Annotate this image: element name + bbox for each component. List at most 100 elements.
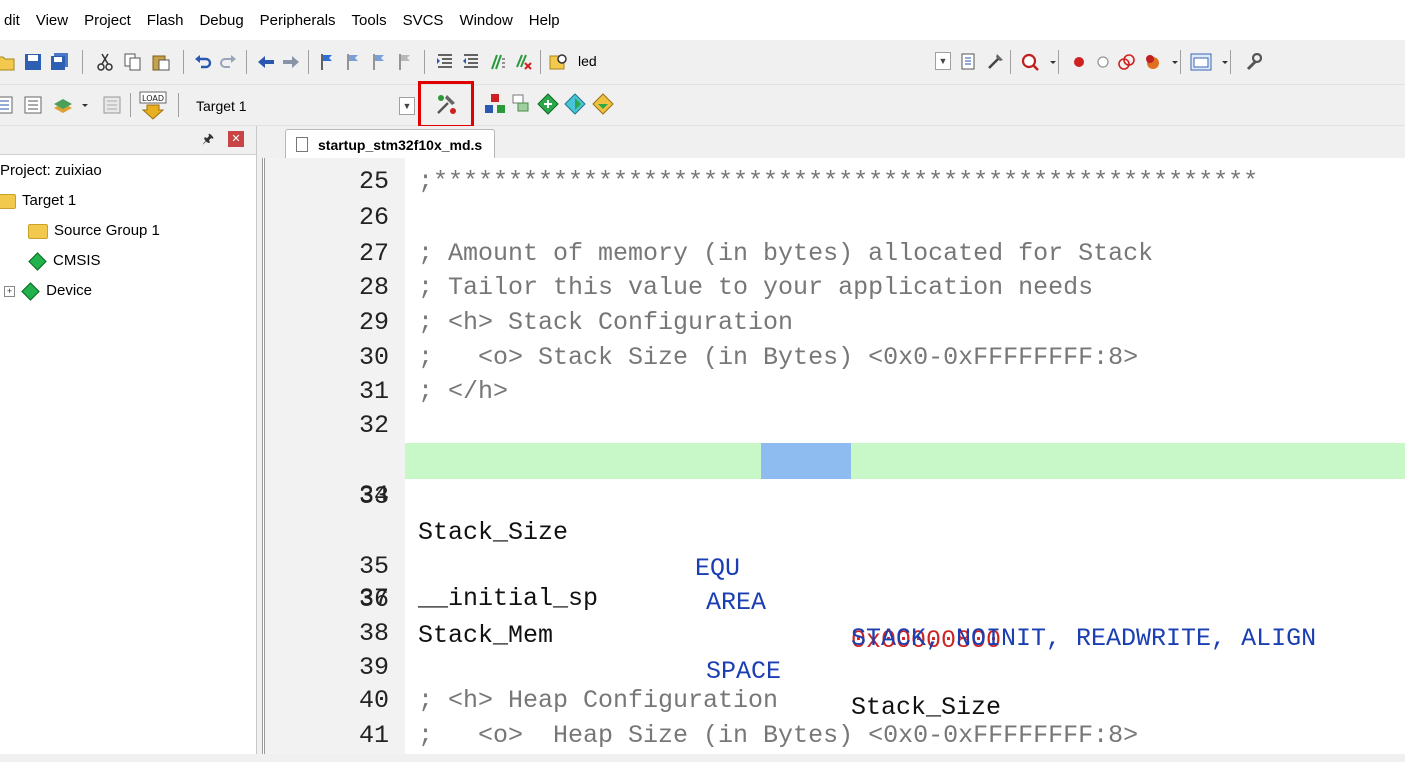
- folder-icon: [28, 223, 48, 239]
- text-selection: [761, 443, 851, 479]
- menu-view[interactable]: View: [28, 12, 76, 29]
- menu-peripherals[interactable]: Peripherals: [252, 12, 344, 29]
- line-number: 41: [358, 721, 389, 750]
- line-text: ; <o> Heap Size (in Bytes) <0x0-0xFFFFFF…: [418, 721, 1139, 750]
- menu-tools[interactable]: Tools: [344, 12, 395, 29]
- file-toolbar: led ▼: [0, 40, 1405, 85]
- layout-dropdown-icon[interactable]: [1212, 49, 1238, 75]
- window-layout-icon[interactable]: [1188, 49, 1214, 75]
- open-file-icon[interactable]: [0, 49, 18, 75]
- line-text: ; <h> Heap Configuration: [418, 686, 779, 715]
- bookmark-insert-icon[interactable]: [314, 49, 340, 75]
- line-text: ; Tailor this value to your application …: [418, 273, 1094, 302]
- build-toolbar: LOAD Target 1 ▼: [0, 85, 1405, 126]
- menu-edit[interactable]: dit: [0, 12, 28, 29]
- line-text: ; Amount of memory (in bytes) allocated …: [418, 239, 1154, 268]
- close-panel-icon[interactable]: ✕: [228, 131, 244, 147]
- batch-build-icon[interactable]: [100, 92, 126, 118]
- menu-help[interactable]: Help: [521, 12, 568, 29]
- bookmark-prev-icon[interactable]: [340, 49, 366, 75]
- debug-dropdown-icon[interactable]: [1040, 49, 1066, 75]
- cut-icon[interactable]: [92, 49, 118, 75]
- editor-tab-bar: startup_stm32f10x_md.s: [257, 126, 1405, 159]
- undo-icon[interactable]: [190, 49, 216, 75]
- incremental-find-icon[interactable]: [956, 49, 982, 75]
- project-title[interactable]: Project: zuixiao: [0, 162, 102, 179]
- configure-icon[interactable]: [1240, 49, 1266, 75]
- code-line-current: 33 Stack_Size EQU 0x00000800: [265, 443, 1405, 655]
- callout-box: [418, 81, 474, 128]
- line-number: 25: [358, 167, 389, 196]
- code-line: 34: [265, 478, 1405, 514]
- line-number: 28: [358, 273, 389, 302]
- code-line: 36 Stack_Mem SPACE Stack_Size: [265, 546, 1405, 722]
- navigate-forward-icon[interactable]: [278, 49, 304, 75]
- menu-project[interactable]: Project: [76, 12, 139, 29]
- manage-project-items-icon[interactable]: [482, 91, 508, 117]
- code-editor[interactable]: 25 ;*************************************…: [262, 158, 1405, 754]
- target-select[interactable]: Target 1: [196, 98, 247, 114]
- line-text: ;***************************************…: [418, 167, 1259, 196]
- download-load-icon[interactable]: LOAD: [138, 90, 168, 120]
- comment-icon[interactable]: [484, 49, 510, 75]
- tree-item-cmsis[interactable]: CMSIS: [28, 251, 101, 271]
- enable-breakpoint-icon[interactable]: [1090, 49, 1116, 75]
- expand-icon[interactable]: +: [4, 285, 15, 297]
- line-number: 32: [358, 411, 389, 440]
- tree-item-device-label: Device: [46, 282, 93, 299]
- breakpoint-dropdown-icon[interactable]: [1162, 49, 1188, 75]
- line-number: 30: [358, 343, 389, 372]
- menu-flash[interactable]: Flash: [139, 12, 192, 29]
- target-dropdown-arrow[interactable]: ▼: [399, 97, 415, 115]
- device-component-icon: [21, 281, 40, 301]
- unindent-icon[interactable]: [458, 49, 484, 75]
- code-line: 31 ; </h>: [265, 374, 1405, 410]
- menu-svcs[interactable]: SVCS: [395, 12, 452, 29]
- find-text[interactable]: led: [578, 53, 597, 69]
- code-line: 27 ; Amount of memory (in bytes) allocate…: [265, 236, 1405, 272]
- insert-breakpoint-icon[interactable]: [1066, 49, 1092, 75]
- uncomment-icon[interactable]: [510, 49, 536, 75]
- line-number: 29: [358, 308, 389, 337]
- tab-startup-file[interactable]: startup_stm32f10x_md.s: [285, 129, 496, 159]
- pin-icon[interactable]: 🖈: [202, 130, 214, 152]
- find-in-files-icon[interactable]: [546, 49, 572, 75]
- pack-installer-icon[interactable]: [562, 91, 588, 117]
- paste-icon[interactable]: [148, 49, 174, 75]
- build-icon[interactable]: [20, 92, 46, 118]
- target-folder-icon: [0, 193, 16, 209]
- tree-item-cmsis-label: CMSIS: [53, 252, 101, 269]
- code-line: 25 ;*************************************…: [265, 164, 1405, 200]
- indent-icon[interactable]: [432, 49, 458, 75]
- translate-icon[interactable]: [0, 92, 18, 118]
- code-line: 26: [265, 200, 1405, 236]
- tab-label: startup_stm32f10x_md.s: [318, 136, 483, 153]
- tree-item-source-group[interactable]: Source Group 1: [28, 222, 160, 239]
- disable-breakpoints-icon[interactable]: [1114, 49, 1140, 75]
- bookmark-next-icon[interactable]: [366, 49, 392, 75]
- debug-session-icon[interactable]: [982, 49, 1008, 75]
- navigate-back-icon[interactable]: [253, 49, 279, 75]
- code-line: 30 ; <o> Stack Size (in Bytes) <0x0-0xFFF…: [265, 340, 1405, 376]
- menu-window[interactable]: Window: [451, 12, 520, 29]
- tree-item-target[interactable]: Target 1: [0, 192, 76, 209]
- line-number: 31: [358, 377, 389, 406]
- tree-item-target-label: Target 1: [22, 192, 77, 209]
- rebuild-dropdown-icon[interactable]: [72, 92, 98, 118]
- save-all-icon[interactable]: [47, 49, 73, 75]
- code-line: 29 ; <h> Stack Configuration: [265, 305, 1405, 341]
- line-text: ; <o> Stack Size (in Bytes) <0x0-0xFFFFF…: [418, 343, 1139, 372]
- line-number: 40: [358, 686, 389, 715]
- find-dropdown-arrow[interactable]: ▼: [935, 52, 951, 70]
- redo-icon[interactable]: [215, 49, 241, 75]
- manage-runtime-icon[interactable]: [535, 91, 561, 117]
- select-packs-icon[interactable]: [508, 91, 534, 117]
- tree-item-device[interactable]: + Device: [4, 281, 93, 301]
- bookmark-clear-icon[interactable]: [392, 49, 418, 75]
- line-number: 26: [358, 203, 389, 232]
- menu-debug[interactable]: Debug: [191, 12, 251, 29]
- save-icon[interactable]: [20, 49, 46, 75]
- pack-update-icon[interactable]: [590, 91, 616, 117]
- copy-icon[interactable]: [120, 49, 146, 75]
- panel-header: 🖈 ✕: [0, 126, 256, 155]
